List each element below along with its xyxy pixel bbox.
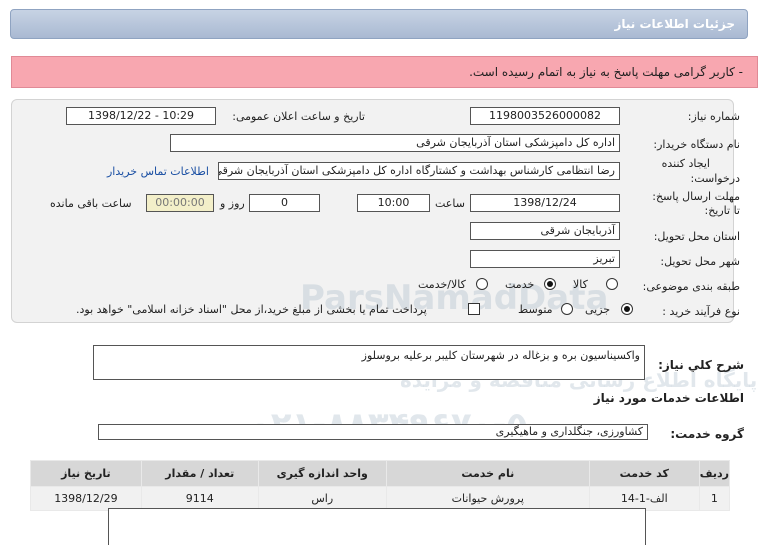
- description-field: واکسیناسیون بره و بزغاله در شهرستان کلیب…: [93, 345, 645, 380]
- deadline-time-field: 10:00: [357, 194, 430, 212]
- deadline-label: مهلت ارسال پاسخ:: [652, 190, 740, 203]
- buyer-contact-link[interactable]: اطلاعات تماس خریدار: [107, 165, 209, 178]
- category-option-label: خدمت: [505, 278, 535, 291]
- table-header-cell: واحد اندازه گیری: [257, 460, 387, 487]
- category-radio-service[interactable]: [544, 278, 556, 290]
- table-header-row: ردیف کد خدمت نام خدمت واحد اندازه گیری ت…: [30, 460, 731, 487]
- remaining-time-field: 00:00:00: [146, 194, 214, 212]
- time-label: ساعت: [435, 197, 465, 210]
- creator-label: درخواست:: [690, 172, 740, 185]
- table-cell: 9114: [140, 486, 259, 511]
- details-box: [108, 508, 646, 545]
- province-label: استان محل تحویل:: [653, 230, 740, 243]
- remaining-label: ساعت باقی مانده: [50, 197, 132, 210]
- announce-field: 1398/12/22 - 10:29: [66, 107, 216, 125]
- table-row: 1 الف-1-14 پرورش حیوانات راس 9114 1398/1…: [30, 486, 731, 511]
- process-option-label: جزیی: [585, 303, 611, 316]
- table-header-cell: کد خدمت: [588, 460, 700, 487]
- service-group-label: گروه خدمت:: [670, 427, 744, 441]
- city-label: شهر محل تحویل:: [660, 255, 740, 268]
- creator-field: رضا انتظامی کارشناس بهداشت و کشتارگاه اد…: [218, 162, 620, 180]
- deadline-alert: - کاربر گرامی مهلت پاسخ به نیاز به اتمام…: [11, 56, 758, 88]
- category-option-label: کالا/خدمت: [418, 278, 466, 291]
- process-radio-minor[interactable]: [621, 303, 633, 315]
- category-option-label: کالا: [573, 278, 588, 291]
- creator-label: ایجاد کننده: [661, 157, 710, 170]
- need-number-field: 1198003526000082: [470, 107, 620, 125]
- table-cell: الف-1-14: [588, 486, 700, 511]
- days-label: روز و: [220, 197, 245, 210]
- table-cell: 1: [698, 486, 731, 511]
- need-number-label: شماره نیاز:: [687, 110, 740, 123]
- deadline-label: تا تاریخ:: [704, 204, 740, 217]
- services-section-title: اطلاعات خدمات مورد نیاز: [593, 391, 744, 405]
- treasury-payment-checkbox[interactable]: [468, 303, 480, 315]
- table-cell: راس: [257, 486, 387, 511]
- table-header-cell: ردیف: [698, 460, 731, 487]
- page-header: جزئیات اطلاعات نیاز: [10, 9, 748, 39]
- category-radio-goods-service[interactable]: [476, 278, 488, 290]
- service-group-field: کشاورزی، جنگلداری و ماهیگیری: [98, 424, 648, 440]
- alert-message: - کاربر گرامی مهلت پاسخ به نیاز به اتمام…: [469, 65, 743, 79]
- days-field: 0: [249, 194, 320, 212]
- process-radio-medium[interactable]: [561, 303, 573, 315]
- payment-note: پرداخت تمام یا بخشی از مبلغ خرید،از محل …: [76, 303, 427, 316]
- category-label: طبقه بندی موضوعی:: [642, 280, 740, 293]
- table-header-cell: نام خدمت: [385, 460, 590, 487]
- description-text: واکسیناسیون بره و بزغاله در شهرستان کلیب…: [361, 349, 640, 362]
- page-title: جزئیات اطلاعات نیاز: [614, 17, 735, 31]
- buyer-label: نام دستگاه خریدار:: [653, 138, 740, 151]
- category-radio-goods[interactable]: [606, 278, 618, 290]
- city-field: تبریز: [470, 250, 620, 268]
- table-header-cell: تاریخ نیاز: [30, 460, 142, 487]
- description-label: شرح کلي نياز:: [658, 358, 744, 372]
- table-header-cell: تعداد / مقدار: [140, 460, 259, 487]
- province-field: آذربایجان شرقی: [470, 222, 620, 240]
- buyer-field: اداره کل دامپزشکی استان آذربایجان شرقی: [170, 134, 620, 152]
- process-label: نوع فرآیند خرید :: [662, 305, 740, 318]
- announce-label: تاریخ و ساعت اعلان عمومی:: [232, 110, 365, 123]
- table-cell: پرورش حیوانات: [385, 486, 590, 511]
- process-option-label: متوسط: [518, 303, 553, 316]
- table-cell: 1398/12/29: [30, 486, 142, 511]
- services-table: ردیف کد خدمت نام خدمت واحد اندازه گیری ت…: [30, 460, 731, 511]
- deadline-date-field: 1398/12/24: [470, 194, 620, 212]
